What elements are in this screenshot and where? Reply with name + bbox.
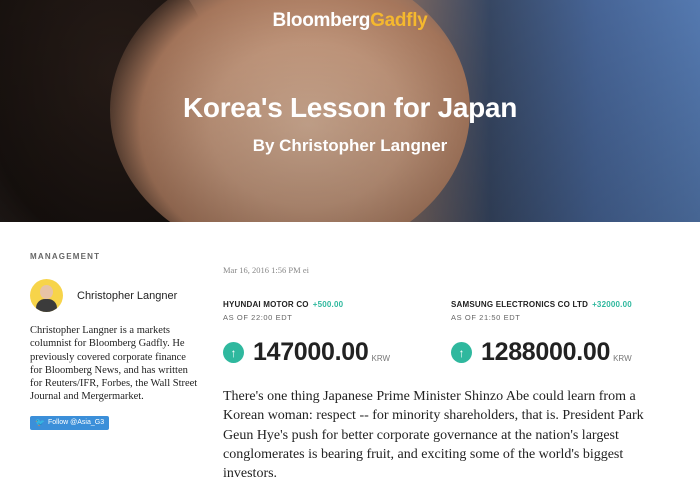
stock-name: SAMSUNG ELECTRONICS CO LTD +32000.00: [451, 300, 681, 309]
stock-price-row: ↑ 1288000.00 KRW: [451, 338, 681, 367]
author-name[interactable]: Christopher Langner: [77, 290, 177, 302]
stock-name: HYUNDAI MOTOR CO +500.00: [223, 300, 453, 309]
timestamp-text: Mar 16, 2016 1:56 PM: [223, 265, 301, 275]
stock-quotes: HYUNDAI MOTOR CO +500.00 AS OF 22:00 EDT …: [223, 300, 693, 380]
hero-banner: BloombergGadfly Korea's Lesson for Japan…: [0, 0, 700, 222]
article-headline: Korea's Lesson for Japan: [182, 92, 517, 123]
stock-price: 1288000.00: [481, 338, 611, 366]
stock-currency: KRW: [613, 354, 632, 363]
up-arrow-icon: ↑: [451, 342, 472, 363]
brand-logo-gadfly: Gadfly: [370, 10, 428, 31]
brand-logo-bloomberg: Bloomberg: [272, 10, 371, 31]
avatar-head-shape: [40, 285, 53, 299]
follow-button-label: Follow @Asia_G3: [47, 419, 105, 427]
stock-quote-samsung[interactable]: SAMSUNG ELECTRONICS CO LTD +32000.00 AS O…: [451, 300, 681, 367]
section-label[interactable]: MANAGEMENT: [30, 252, 200, 261]
stock-name-text: SAMSUNG ELECTRONICS CO LTD: [451, 300, 589, 309]
twitter-follow-button[interactable]: 🐦 Follow @Asia_G3: [30, 415, 110, 430]
stock-quote-hyundai[interactable]: HYUNDAI MOTOR CO +500.00 AS OF 22:00 EDT …: [223, 300, 453, 367]
stock-as-of: AS OF 21:50 EDT: [451, 313, 521, 322]
stock-price: 147000.00: [253, 338, 369, 366]
author-avatar[interactable]: [30, 279, 63, 312]
avatar-body-shape: [36, 299, 57, 312]
author-row: Christopher Langner: [30, 279, 200, 312]
article-body-paragraph: There's one thing Japanese Prime Ministe…: [223, 389, 644, 482]
brand-logo[interactable]: BloombergGadfly: [0, 10, 700, 32]
author-bio: Christopher Langner is a markets columni…: [30, 325, 198, 403]
twitter-bird-icon: 🐦: [35, 418, 45, 428]
stock-change: +32000.00: [592, 300, 632, 309]
article-timestamp: Mar 16, 2016 1:56 PM ei: [223, 265, 673, 275]
stock-as-of: AS OF 22:00 EDT: [223, 313, 293, 322]
up-arrow-icon: ↑: [223, 342, 244, 363]
stock-currency: KRW: [371, 354, 391, 363]
timestamp-icon: ei: [302, 265, 309, 275]
article-main: Mar 16, 2016 1:56 PM ei HYUNDAI MOTOR CO…: [223, 265, 673, 481]
author-sidebar: MANAGEMENT Christopher Langner Christoph…: [30, 252, 200, 430]
stock-name-text: HYUNDAI MOTOR CO: [223, 300, 309, 309]
stock-change: +500.00: [312, 300, 344, 309]
article-byline[interactable]: By Christopher Langner: [0, 136, 700, 156]
stock-price-row: ↑ 147000.00 KRW: [223, 338, 453, 367]
